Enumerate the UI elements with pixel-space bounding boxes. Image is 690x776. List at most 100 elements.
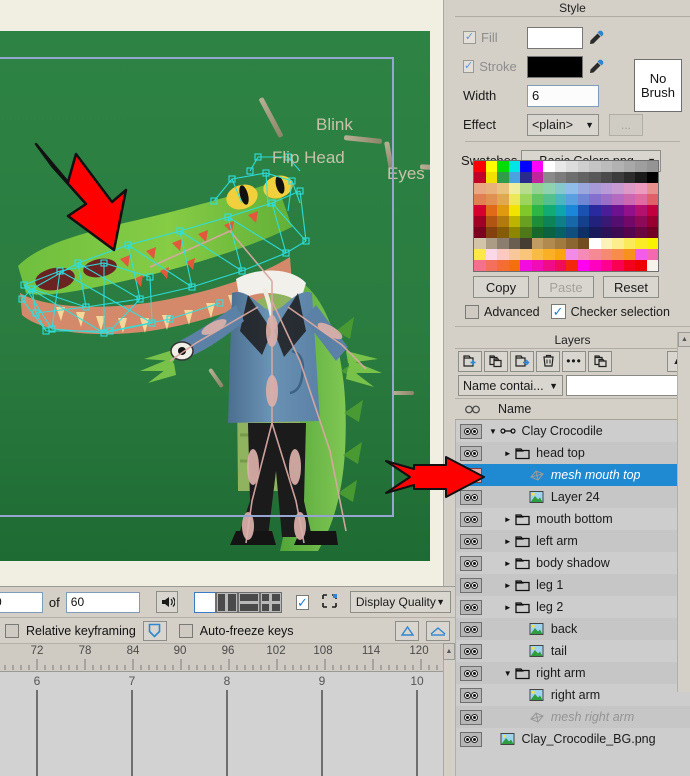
color-swatch[interactable]	[497, 227, 509, 238]
color-swatch[interactable]	[543, 194, 555, 205]
color-swatch[interactable]	[531, 194, 543, 205]
color-swatch[interactable]	[600, 194, 612, 205]
color-swatch[interactable]	[543, 249, 555, 260]
color-swatch[interactable]	[635, 161, 647, 172]
twisty-collapsed-icon[interactable]: ►	[501, 537, 514, 546]
color-swatch[interactable]	[474, 238, 486, 249]
color-swatch[interactable]	[508, 216, 520, 227]
color-swatch[interactable]	[577, 194, 589, 205]
layer-visibility-toggle[interactable]	[456, 423, 486, 439]
color-swatch[interactable]	[474, 260, 486, 271]
layer-row[interactable]: mesh right arm	[456, 706, 690, 728]
color-swatch[interactable]	[600, 249, 612, 260]
color-swatch[interactable]	[623, 205, 635, 216]
color-swatch[interactable]	[508, 161, 520, 172]
color-swatch[interactable]	[577, 227, 589, 238]
color-swatch[interactable]	[531, 216, 543, 227]
color-swatch[interactable]	[600, 238, 612, 249]
color-swatch[interactable]	[566, 172, 578, 183]
color-swatch[interactable]	[474, 227, 486, 238]
copy-button[interactable]: Copy	[473, 276, 529, 298]
color-swatch[interactable]	[497, 172, 509, 183]
color-swatch[interactable]	[589, 183, 601, 194]
layer-row[interactable]: right arm	[456, 684, 690, 706]
fill-color-swatch[interactable]	[527, 26, 583, 49]
color-swatch[interactable]	[646, 172, 658, 183]
color-swatch[interactable]	[612, 183, 624, 194]
color-swatch[interactable]	[543, 172, 555, 183]
color-swatch[interactable]	[646, 205, 658, 216]
color-swatch[interactable]	[566, 227, 578, 238]
layer-row[interactable]: tail	[456, 640, 690, 662]
fill-checkbox[interactable]: ✓	[463, 31, 476, 44]
twisty-expanded-icon[interactable]: ▼	[486, 427, 499, 436]
color-swatch[interactable]	[623, 260, 635, 271]
color-swatch[interactable]	[577, 172, 589, 183]
color-swatch[interactable]	[497, 205, 509, 216]
layer-row[interactable]: ▼ right arm	[456, 662, 690, 684]
timeline-scrollbar[interactable]	[443, 643, 455, 776]
color-swatch[interactable]	[566, 260, 578, 271]
color-swatch[interactable]	[554, 161, 566, 172]
color-swatch[interactable]	[566, 161, 578, 172]
layer-row[interactable]: Layer 24	[456, 486, 690, 508]
color-swatch[interactable]	[612, 194, 624, 205]
color-swatch[interactable]	[531, 205, 543, 216]
color-swatch[interactable]	[485, 216, 497, 227]
color-swatch[interactable]	[474, 172, 486, 183]
color-swatch[interactable]	[508, 249, 520, 260]
color-swatch[interactable]	[554, 216, 566, 227]
color-swatch[interactable]	[485, 194, 497, 205]
color-swatch[interactable]	[543, 227, 555, 238]
color-swatch[interactable]	[635, 172, 647, 183]
layer-row[interactable]: Clay_Crocodile_BG.png	[456, 728, 690, 750]
color-swatch[interactable]	[554, 260, 566, 271]
color-swatch[interactable]	[589, 205, 601, 216]
color-swatch[interactable]	[554, 227, 566, 238]
fill-eyedropper-icon[interactable]	[583, 27, 609, 49]
color-swatch[interactable]	[520, 194, 532, 205]
color-swatch[interactable]	[646, 249, 658, 260]
color-swatch[interactable]	[612, 172, 624, 183]
color-swatch[interactable]	[600, 183, 612, 194]
color-swatch[interactable]	[531, 161, 543, 172]
layer-visibility-toggle[interactable]	[456, 665, 486, 681]
color-swatch[interactable]	[497, 249, 509, 260]
current-frame-input[interactable]: 0	[0, 591, 43, 613]
color-swatch[interactable]	[520, 216, 532, 227]
layer-list-scrollbar[interactable]: ▲	[677, 332, 690, 692]
color-swatch[interactable]	[543, 205, 555, 216]
layer-visibility-toggle[interactable]	[456, 599, 486, 615]
speaker-icon[interactable]	[156, 591, 178, 613]
layer-visibility-toggle[interactable]	[456, 621, 486, 637]
color-swatch[interactable]	[554, 238, 566, 249]
duplicate-layer-icon[interactable]	[484, 350, 508, 372]
advanced-checkbox[interactable]	[465, 304, 479, 319]
color-swatch[interactable]	[485, 172, 497, 183]
view-mode-quad[interactable]	[259, 591, 282, 613]
color-swatch[interactable]	[635, 216, 647, 227]
color-swatch[interactable]	[623, 216, 635, 227]
bone-lower-right[interactable]	[392, 391, 414, 395]
new-layer-icon[interactable]	[458, 350, 482, 372]
color-swatch[interactable]	[554, 249, 566, 260]
color-swatch[interactable]	[577, 161, 589, 172]
color-swatch[interactable]	[589, 238, 601, 249]
color-swatch[interactable]	[520, 205, 532, 216]
scene-background[interactable]: Blink Flip Head Eyes RL	[0, 31, 430, 561]
layer-row[interactable]: ► left arm	[456, 530, 690, 552]
color-swatch[interactable]	[623, 183, 635, 194]
color-swatch[interactable]	[508, 260, 520, 271]
color-swatch[interactable]	[520, 183, 532, 194]
color-swatch[interactable]	[531, 172, 543, 183]
fit-horizontal-icon[interactable]	[426, 620, 450, 641]
color-swatch[interactable]	[474, 183, 486, 194]
twisty-collapsed-icon[interactable]: ►	[501, 559, 514, 568]
reset-button[interactable]: Reset	[603, 276, 659, 298]
color-swatch[interactable]	[497, 194, 509, 205]
color-swatch[interactable]	[554, 183, 566, 194]
color-swatch[interactable]	[646, 227, 658, 238]
color-swatch[interactable]	[577, 183, 589, 194]
color-swatch[interactable]	[566, 216, 578, 227]
color-swatch[interactable]	[589, 194, 601, 205]
